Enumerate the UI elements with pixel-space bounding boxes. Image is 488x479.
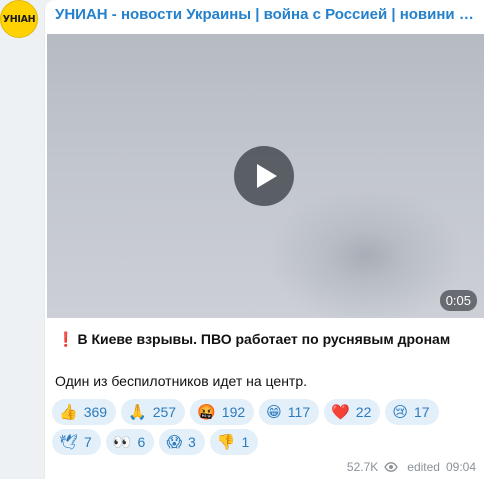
reaction-count: 17 (414, 404, 430, 420)
reaction-count: 192 (221, 404, 246, 420)
reaction-count: 369 (83, 404, 108, 420)
post-body: Один из беспилотников идет на центр. (55, 373, 308, 389)
reaction-count: 7 (84, 434, 92, 450)
reaction-crying[interactable]: 😢 17 (385, 399, 439, 425)
crying-face-icon: 😢 (392, 403, 409, 421)
reaction-grin[interactable]: 😁 117 (259, 399, 320, 425)
reactions-bar: 👍 369 🙏 257 🤬 192 😁 117 ❤️ 22 😢 17 🕊 7 � (52, 399, 482, 455)
message-time: 09:04 (445, 460, 476, 474)
grin-icon: 😁 (266, 403, 282, 421)
reaction-angry[interactable]: 🤬 192 (190, 399, 255, 425)
edited-label: edited (407, 460, 440, 474)
channel-name[interactable]: УНИАН - новости Украины | война с Россие… (55, 6, 480, 24)
play-icon (256, 164, 277, 188)
reaction-dove[interactable]: 🕊 7 (52, 429, 101, 455)
reaction-count: 6 (137, 434, 146, 450)
video-player[interactable]: 0:05 (47, 34, 484, 318)
avatar-logo-text: УНIАН (2, 13, 36, 25)
reaction-eyes[interactable]: 👀 6 (105, 429, 155, 455)
video-duration: 0:05 (439, 290, 477, 311)
channel-avatar[interactable]: УНIАН (0, 0, 38, 38)
scream-face-icon: 😱 (166, 433, 182, 451)
reaction-scream[interactable]: 😱 3 (159, 429, 205, 455)
reaction-count: 22 (355, 404, 372, 420)
headline-text: В Киеве взрывы. ПВО работает по руснявым… (77, 331, 451, 347)
reaction-count: 1 (241, 434, 250, 450)
thumbs-up-icon: 👍 (59, 403, 78, 421)
reaction-count: 117 (287, 404, 311, 420)
view-count: 52.7K (346, 460, 379, 474)
reaction-thumbs-up[interactable]: 👍 369 (52, 399, 117, 425)
reaction-pray[interactable]: 🙏 257 (121, 399, 186, 425)
reaction-count: 257 (152, 404, 177, 420)
exclamation-icon: ❗ (57, 331, 75, 347)
post-headline: ❗ В Киеве взрывы. ПВО работает по руснявы… (57, 331, 482, 348)
reaction-count: 3 (187, 434, 196, 450)
pray-icon: 🙏 (128, 403, 147, 421)
reaction-heart[interactable]: ❤️ 22 (324, 399, 381, 425)
message-meta: 52.7K edited 09:04 (347, 460, 476, 474)
play-button[interactable] (234, 146, 294, 206)
thumbs-down-icon: 👎 (216, 433, 236, 451)
angry-face-icon: 🤬 (197, 403, 216, 421)
dove-icon: 🕊 (59, 433, 79, 451)
eyes-icon: 👀 (112, 433, 132, 451)
heart-icon: ❤️ (331, 403, 350, 421)
eye-icon (384, 462, 399, 472)
reaction-thumbs-down[interactable]: 👎 1 (209, 429, 259, 455)
message-bubble: УНИАН - новости Украины | война с Россие… (45, 0, 488, 479)
